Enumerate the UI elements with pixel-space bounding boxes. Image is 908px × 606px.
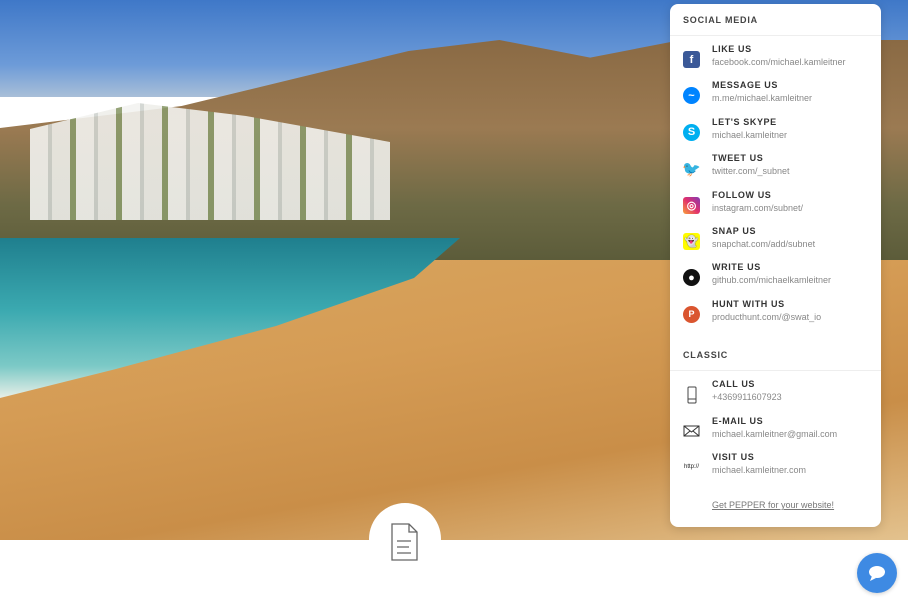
item-sub: m.me/michael.kamleitner <box>712 93 813 104</box>
item-label: WRITE US <box>712 262 761 273</box>
document-icon <box>391 523 418 561</box>
contact-panel: SOCIAL MEDIA f LIKE US facebook.com/michae… <box>670 4 881 527</box>
item-sub: michael.kamleitner <box>712 129 788 140</box>
get-pepper-link[interactable]: Get PEPPER for your website! <box>712 500 881 510</box>
item-sub: facebook.com/michael.kamleitner <box>712 57 846 67</box>
document-button[interactable] <box>369 503 441 575</box>
contact-producthunt[interactable]: P HUNT WITH US producthunt.com/@swat_io <box>670 299 881 335</box>
item-label: CALL US <box>712 379 756 390</box>
item-label: LET'S SKYPE <box>712 116 777 127</box>
producthunt-icon: P <box>683 305 700 323</box>
github-icon: ● <box>683 269 700 287</box>
item-label: TWEET US <box>712 153 764 164</box>
item-sub: michael.kamleitner@gmail.com <box>712 428 838 439</box>
section-title-social: SOCIAL MEDIA <box>670 4 881 36</box>
contact-email[interactable]: E-MAIL US michael.kamleitner@gmail.com <box>670 416 881 452</box>
facebook-icon: f <box>683 51 700 68</box>
chat-toggle-button[interactable] <box>857 553 897 593</box>
item-label: VISIT US <box>712 451 755 462</box>
item-sub: michael.kamleitner.com <box>712 464 807 475</box>
skype-icon: S <box>683 123 700 141</box>
item-label: LIKE US <box>712 44 752 54</box>
contact-github[interactable]: ● WRITE US github.com/michaelkamleitner <box>670 262 881 298</box>
contact-instagram[interactable]: ◎ FOLLOW US instagram.com/subnet/ <box>670 190 881 226</box>
contact-twitter[interactable]: 🐦 TWEET US twitter.com/_subnet <box>670 153 881 189</box>
contact-facebook[interactable]: f LIKE US facebook.com/michael.kamleitner <box>670 44 881 80</box>
item-sub: instagram.com/subnet/ <box>712 202 804 213</box>
item-sub: producthunt.com/@swat_io <box>712 311 822 322</box>
http-icon: http:// <box>683 464 699 471</box>
item-label: FOLLOW US <box>712 189 772 200</box>
mail-icon <box>683 423 700 440</box>
contact-snapchat[interactable]: 👻 SNAP US snapchat.com/add/subnet <box>670 226 881 262</box>
section-title-classic: CLASSIC <box>670 339 881 372</box>
contact-messenger[interactable]: ~ MESSAGE US m.me/michael.kamleitner <box>670 80 881 116</box>
phone-icon <box>683 386 700 404</box>
contact-website[interactable]: http:// VISIT US michael.kamleitner.com <box>670 452 881 488</box>
item-label: HUNT WITH US <box>712 298 785 309</box>
instagram-icon: ◎ <box>683 196 700 214</box>
messenger-icon: ~ <box>683 87 700 105</box>
snapchat-icon: 👻 <box>683 232 700 250</box>
contact-phone[interactable]: CALL US +4369911607923 <box>670 379 881 415</box>
item-sub: snapchat.com/add/subnet <box>712 238 816 249</box>
item-label: MESSAGE US <box>712 80 779 91</box>
item-sub: +4369911607923 <box>712 392 782 403</box>
item-sub: twitter.com/_subnet <box>712 166 790 177</box>
twitter-icon: 🐦 <box>682 160 701 178</box>
item-label: SNAP US <box>712 225 757 236</box>
item-label: E-MAIL US <box>712 415 764 426</box>
item-sub: github.com/michaelkamleitner <box>712 275 832 286</box>
contact-skype[interactable]: S LET'S SKYPE michael.kamleitner <box>670 117 881 153</box>
chat-bubble-icon <box>869 566 885 581</box>
